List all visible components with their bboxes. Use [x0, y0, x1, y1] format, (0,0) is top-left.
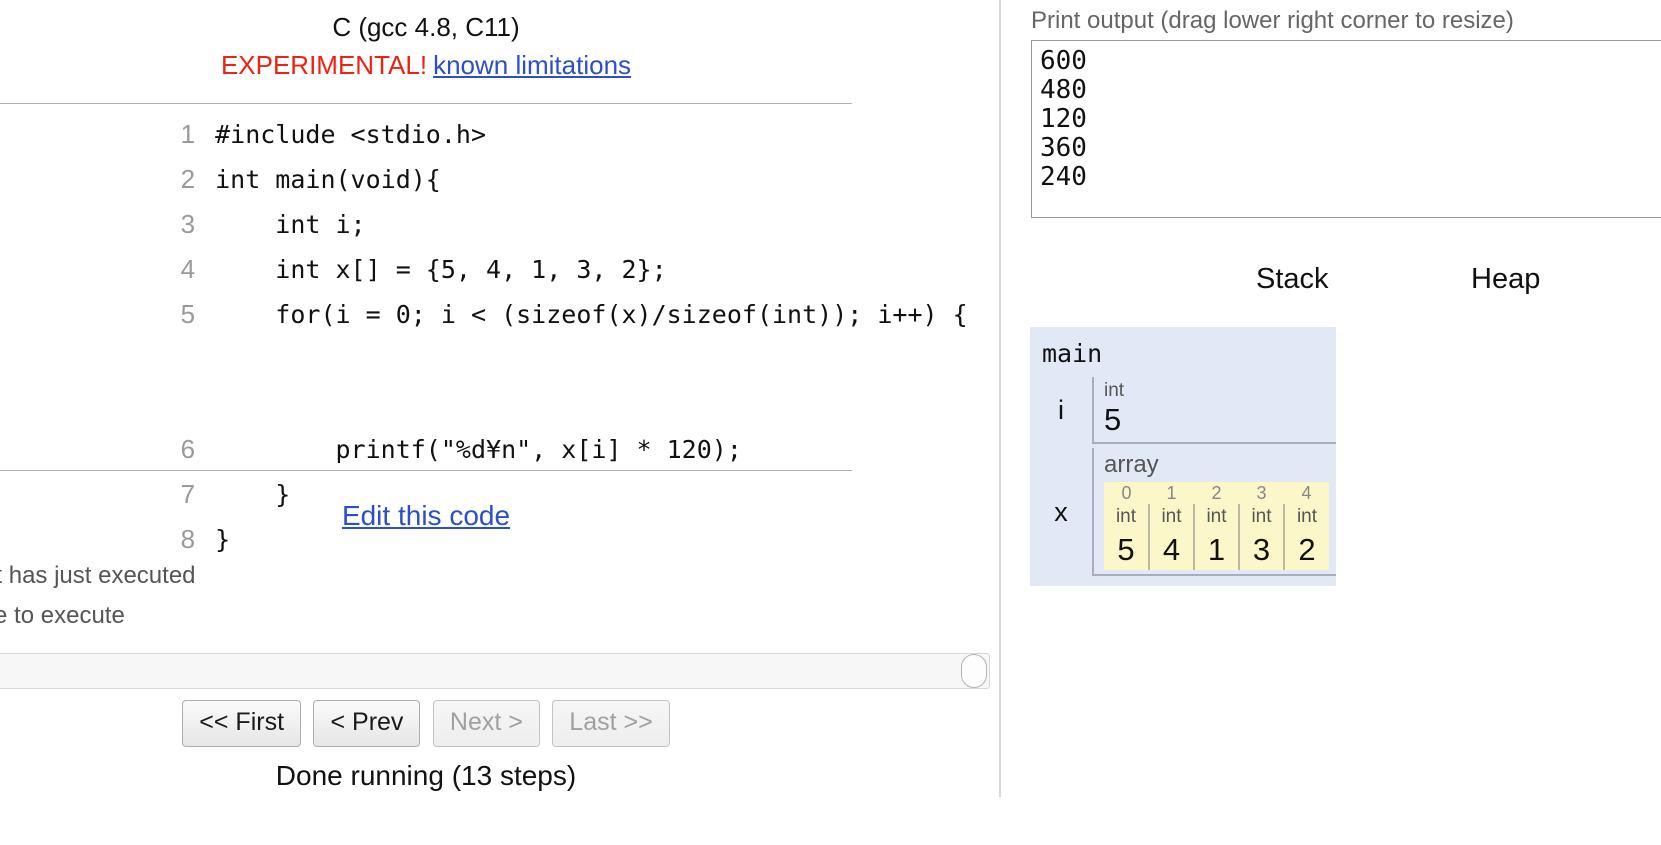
code-line-text: int main(void){ [215, 165, 441, 194]
array-index: 4 [1284, 482, 1329, 504]
variable-value-box: int 5 [1092, 377, 1336, 444]
code-line-text: int i; [215, 210, 366, 239]
code-line-text: printf("%d¥n", x[i] * 120); [215, 435, 742, 464]
prev-button[interactable]: < Prev [313, 700, 421, 747]
code-line-text: for(i = 0; i < (sizeof(x)/sizeof(int)); … [215, 300, 968, 329]
experimental-label: EXPERIMENTAL! [220, 50, 428, 80]
arrow-cell [0, 202, 181, 247]
stack-frame-title: main [1042, 339, 1103, 368]
known-limitations-link[interactable]: known limitations [433, 50, 631, 80]
execution-slider-track[interactable] [0, 653, 990, 689]
array-element-value: 3 [1238, 530, 1284, 570]
array-element-value: 5 [1104, 530, 1149, 570]
line-number: 1 [180, 119, 196, 149]
array-element-value: 1 [1193, 530, 1239, 570]
code-line-row: 2 int main(void){ [0, 157, 968, 202]
experimental-notice: EXPERIMENTAL! known limitations [0, 46, 852, 84]
last-button[interactable]: Last >> [552, 700, 670, 747]
language-name: C (gcc 4.8, C11) [332, 12, 520, 42]
variable-value-box: array 0 1 2 3 4 int int int int int 5 4 … [1092, 448, 1336, 576]
code-line-row: 1 #include <stdio.h> [0, 112, 968, 157]
arrow-cell [0, 292, 181, 427]
array-index: 2 [1194, 482, 1239, 504]
code-line-text: } [215, 525, 231, 554]
next-button[interactable]: Next > [432, 700, 540, 747]
variable-name: x [1054, 496, 1068, 527]
variable-row-x: x array 0 1 2 3 4 int int int int int 5 … [1030, 448, 1336, 576]
arrow-cell [0, 112, 181, 157]
legend-just-executed: line that has just executed [0, 562, 196, 589]
code-divider-top [0, 103, 852, 104]
array-value-row: 5 4 1 3 2 [1104, 530, 1329, 570]
code-line-row: 3 int i; [0, 202, 968, 247]
variable-row-i: i int 5 [1030, 377, 1336, 444]
code-pane: C (gcc 4.8, C11) EXPERIMENTAL! known limi… [0, 0, 1000, 845]
array-index-row: 0 1 2 3 4 [1104, 482, 1329, 504]
array-element-value: 4 [1148, 530, 1194, 570]
print-output-textarea[interactable]: 600 480 120 360 240 [1031, 40, 1661, 218]
array-type-row: int int int int int [1104, 504, 1329, 530]
array-index: 3 [1239, 482, 1284, 504]
heap-header: Heap [1471, 263, 1541, 295]
line-number: 5 [180, 299, 196, 329]
array-element-type: int [1238, 504, 1284, 530]
variable-value: 5 [1104, 402, 1122, 437]
execution-slider-handle[interactable] [961, 654, 987, 688]
print-output-label: Print output (drag lower right corner to… [1031, 7, 1514, 34]
arrow-cell [0, 427, 181, 472]
visualization-pane: Print output (drag lower right corner to… [1001, 0, 1661, 845]
stack-heap-headers: Stack Heap [1001, 263, 1661, 303]
array-index: 0 [1104, 482, 1149, 504]
line-number: 2 [180, 164, 196, 194]
step-navigation-buttons: << First < Prev Next > Last >> [0, 700, 852, 747]
edit-this-code-link[interactable]: Edit this code [0, 500, 852, 532]
code-line-row: 6 printf("%d¥n", x[i] * 120); [0, 427, 968, 472]
python-tutor-visualizer: C (gcc 4.8, C11) EXPERIMENTAL! known limi… [0, 0, 1661, 845]
code-line-text: int x[] = {5, 4, 1, 3, 2}; [215, 255, 667, 284]
variable-type: int [1104, 380, 1125, 401]
code-line-row: 5 for(i = 0; i < (sizeof(x)/sizeof(int))… [0, 292, 968, 427]
code-divider-bottom [0, 470, 852, 471]
array-element-type: int [1104, 504, 1149, 530]
stack-header: Stack [1256, 263, 1329, 295]
run-status-text: Done running (13 steps) [275, 760, 577, 791]
array-element-type: int [1283, 504, 1329, 530]
array-label: array [1104, 451, 1159, 478]
array-element-type: int [1148, 504, 1194, 530]
array-element-value: 2 [1283, 530, 1329, 570]
code-line-row: 4 int x[] = {5, 4, 1, 3, 2}; [0, 247, 968, 292]
array-index: 1 [1149, 482, 1194, 504]
line-number: 6 [180, 434, 196, 464]
variable-name: i [1058, 395, 1064, 425]
line-number: 4 [180, 254, 196, 284]
stack-frame-main: main i int 5 x array 0 1 2 3 4 int int i… [1030, 327, 1336, 586]
execution-legend: line that has just executed next line to… [0, 556, 196, 636]
arrow-cell [0, 157, 181, 202]
first-button[interactable]: << First [182, 700, 302, 747]
array-element-type: int [1193, 504, 1239, 530]
line-number: 3 [180, 209, 196, 239]
arrow-cell [0, 247, 181, 292]
language-header: C (gcc 4.8, C11) EXPERIMENTAL! known limi… [0, 8, 852, 84]
code-line-text: #include <stdio.h> [215, 120, 487, 149]
legend-next-to-execute: next line to execute [0, 602, 125, 629]
array-cells-table: 0 1 2 3 4 int int int int int 5 4 1 3 2 [1104, 482, 1329, 570]
